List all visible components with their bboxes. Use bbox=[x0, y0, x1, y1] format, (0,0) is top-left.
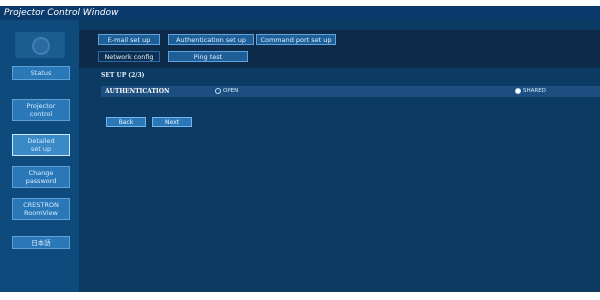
tab-ping-test[interactable]: Ping test bbox=[168, 51, 248, 62]
back-button[interactable]: Back bbox=[106, 117, 146, 127]
app-window: Status Projector control Detailed set up… bbox=[0, 20, 600, 300]
title-bar: Projector Control Window bbox=[0, 0, 600, 20]
tab-command-port-set-up[interactable]: Command port set up bbox=[256, 34, 336, 45]
sidebar-item-status[interactable]: Status bbox=[12, 66, 70, 80]
window-title: Projector Control Window bbox=[4, 8, 119, 18]
tab-email-set-up[interactable]: E-mail set up bbox=[98, 34, 160, 45]
sidebar-item-crestron-roomview[interactable]: CRESTRON RoomView bbox=[12, 198, 70, 220]
tab-bar: E-mail set up Authentication set up Comm… bbox=[79, 30, 600, 68]
sidebar: Status Projector control Detailed set up… bbox=[0, 20, 79, 292]
radio-shared-label: SHARED bbox=[523, 88, 546, 94]
sidebar-item-detailed-set-up[interactable]: Detailed set up bbox=[12, 134, 70, 156]
sidebar-item-change-password[interactable]: Change password bbox=[12, 166, 70, 188]
radio-open-label: OPEN bbox=[223, 88, 239, 94]
radio-shared[interactable]: SHARED bbox=[515, 86, 546, 97]
page-title: SET UP (2/3) bbox=[101, 72, 145, 79]
authentication-label: AUTHENTICATION bbox=[105, 88, 170, 95]
logo-icon bbox=[15, 32, 65, 58]
sidebar-item-japanese[interactable]: 日本語 bbox=[12, 236, 70, 249]
authentication-row: AUTHENTICATION OPEN SHARED bbox=[101, 86, 600, 97]
sidebar-item-projector-control[interactable]: Projector control bbox=[12, 99, 70, 121]
tab-authentication-set-up[interactable]: Authentication set up bbox=[168, 34, 254, 45]
radio-shared-indicator bbox=[515, 87, 521, 94]
radio-open-indicator bbox=[215, 87, 221, 94]
tab-network-config[interactable]: Network config bbox=[98, 51, 160, 62]
bottom-edge bbox=[0, 292, 600, 300]
radio-open[interactable]: OPEN bbox=[215, 86, 238, 97]
main-content: E-mail set up Authentication set up Comm… bbox=[79, 20, 600, 292]
next-button[interactable]: Next bbox=[152, 117, 192, 127]
